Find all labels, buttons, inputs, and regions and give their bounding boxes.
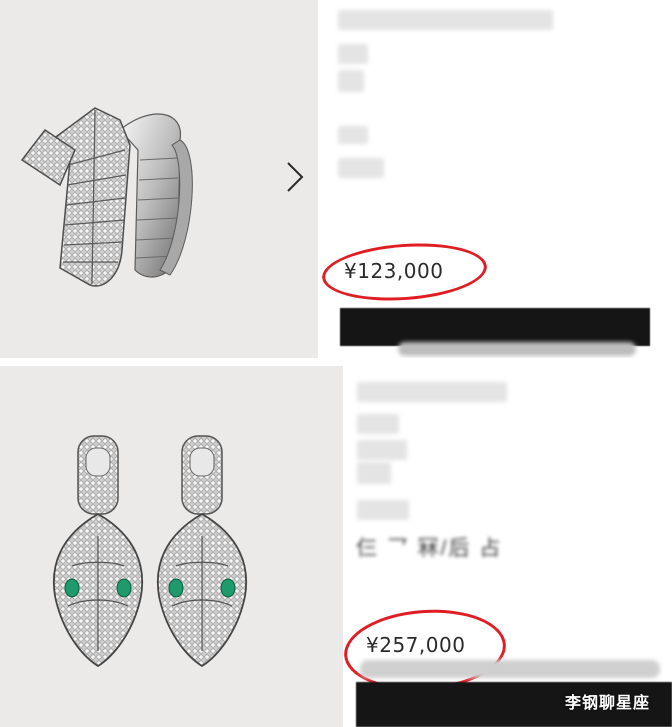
blurred-bar-shadow [360,660,660,678]
blurred-bar-shadow [398,342,636,356]
blurred-text [338,158,384,178]
product-card-ring: ¥123,000 [0,0,672,358]
blurred-text [357,500,409,520]
chevron-right-icon[interactable] [280,155,310,199]
blurred-text [338,70,364,92]
price-label: ¥123,000 [344,259,444,283]
product-info-ring [318,0,672,358]
partial-description: 仨 乛 冧/后 占 [356,537,503,560]
product-image-earrings[interactable] [0,366,343,727]
blurred-title [338,10,553,30]
blurred-title [357,382,507,402]
blurred-text [357,462,391,484]
serpenti-ring-icon [20,107,193,287]
blurred-text [338,126,368,144]
blurred-text [357,440,407,460]
watermark-text: 李钢聊星座 [564,695,650,712]
serpenti-earrings-icon [52,435,248,668]
blurred-text [338,44,368,64]
price-label: ¥257,000 [366,633,466,657]
divider [0,358,672,366]
product-image-ring[interactable] [0,0,318,358]
blurred-text [357,414,399,434]
buy-button[interactable] [340,308,650,346]
